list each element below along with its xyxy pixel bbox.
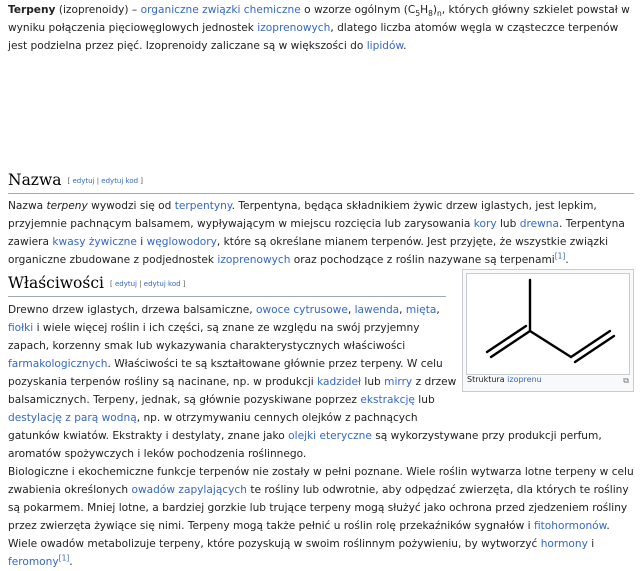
link-destylacje[interactable]: destylację z parą wodną [8, 412, 137, 424]
section-heading-wlasciwosci: Właściwości[ edytuj | edytuj kod ] [8, 273, 446, 297]
edit-link[interactable]: edytuj [72, 177, 94, 185]
link-fiolki[interactable]: fiołki [8, 322, 33, 334]
link-organiczne[interactable]: organiczne [141, 4, 199, 16]
lead-term: Terpeny [8, 4, 56, 16]
reference-link[interactable]: [1] [555, 251, 566, 260]
edit-code-link[interactable]: edytuj kod [144, 280, 181, 288]
link-drewna[interactable]: drewna [520, 218, 559, 230]
link-hormony[interactable]: hormony [541, 538, 588, 550]
link-kory[interactable]: kory [474, 218, 497, 230]
lead-paragraph: Terpeny (izoprenoidy) – organiczne związ… [8, 4, 630, 52]
link-lawenda[interactable]: lawenda [355, 304, 400, 316]
section-nazwa: Nazwa[ edytuj | edytuj kod ] Nazwa terpe… [8, 170, 634, 269]
link-kwasy-zywiczne[interactable]: kwasy żywiczne [52, 236, 137, 248]
section-heading-nazwa: Nazwa[ edytuj | edytuj kod ] [8, 170, 634, 194]
edit-link[interactable]: edytuj [115, 280, 137, 288]
link-izoprenowych[interactable]: izoprenowych [257, 22, 330, 34]
edit-links: [ edytuj | edytuj kod ] [109, 280, 186, 288]
link-fitohormonow[interactable]: fitohormonów [534, 520, 606, 532]
wlasciwosci-paragraph-2: Biologiczne i ekochemiczne funkcje terpe… [8, 466, 634, 532]
link-owoce-cytrusowe[interactable]: owoce cytrusowe [256, 304, 348, 316]
reference-link[interactable]: [1] [59, 553, 70, 562]
figure-spacer [458, 297, 634, 417]
link-olejki-eteryczne[interactable]: olejki eteryczne [288, 430, 372, 442]
wlasciwosci-paragraph-3: Wiele owadów metabolizuje terpeny, które… [8, 538, 595, 568]
nazwa-paragraph: Nazwa terpeny wywodzi się od terpentyny.… [8, 200, 625, 266]
link-feromony[interactable]: feromony [8, 556, 59, 568]
edit-code-link[interactable]: edytuj kod [101, 177, 138, 185]
link-lipidow[interactable]: lipidów [367, 40, 403, 52]
link-owadow-zapylajacych[interactable]: owadów zapylających [132, 484, 247, 496]
link-zwiazki-chemiczne[interactable]: związki chemiczne [202, 4, 301, 16]
link-kadzidel[interactable]: kadzideł [317, 376, 361, 388]
link-mirry[interactable]: mirry [384, 376, 412, 388]
link-farmakologicznych[interactable]: farmakologicznych [8, 358, 107, 370]
link-ekstrakcje[interactable]: ekstrakcję [360, 394, 415, 406]
edit-links: [ edytuj | edytuj kod ] [67, 177, 144, 185]
section-wlasciwosci: Właściwości[ edytuj | edytuj kod ] Drewn… [8, 273, 634, 571]
link-terpentyny[interactable]: terpentyny [175, 200, 232, 212]
link-mieta[interactable]: mięta [406, 304, 436, 316]
link-izoprenowych-2[interactable]: izoprenowych [217, 254, 290, 266]
link-weglowodory[interactable]: węglowodory [147, 236, 217, 248]
